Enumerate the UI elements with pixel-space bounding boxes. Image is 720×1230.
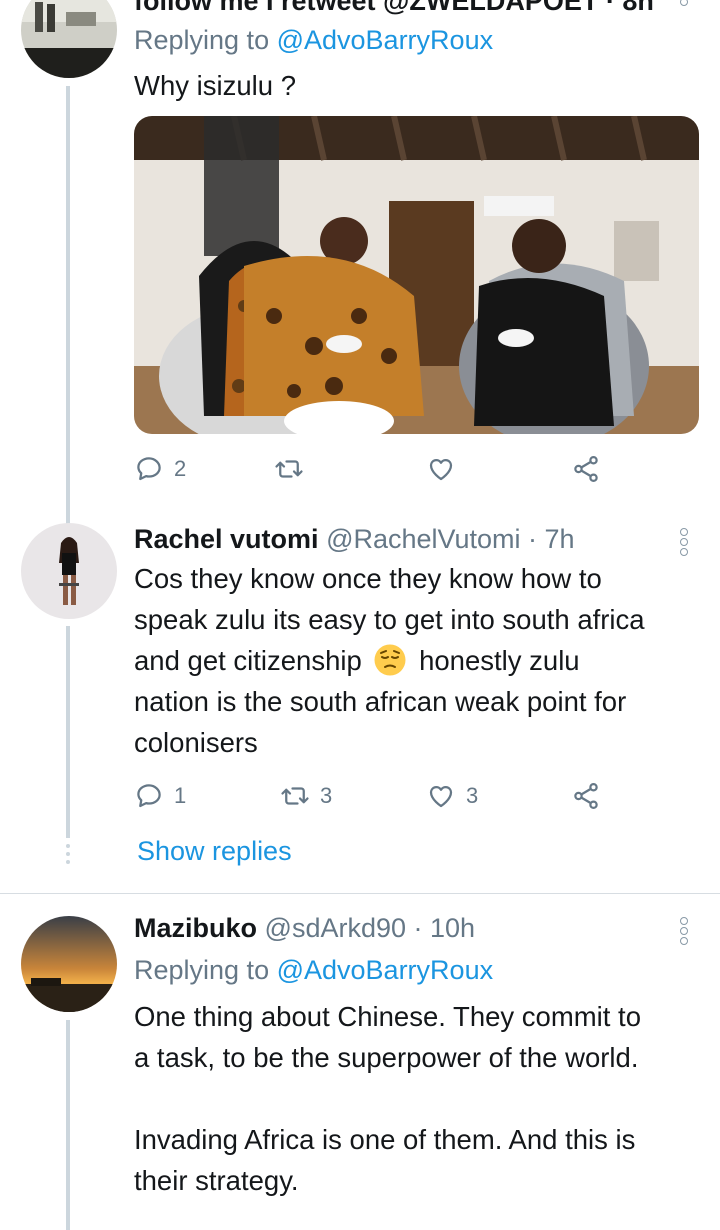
tweet-author-line: follow me I retweet @ZWELDAPOET · 8h xyxy=(134,0,654,16)
reply-icon xyxy=(137,457,161,481)
more-options-icon[interactable] xyxy=(678,528,692,558)
tweet-text: Why isizulu ? xyxy=(134,70,296,101)
retweet-count: 3 xyxy=(320,783,333,808)
retweet-icon xyxy=(281,787,309,805)
thread-line xyxy=(66,626,70,838)
handle-and-time: @sdArkd90 · 10h xyxy=(264,913,476,943)
share-button[interactable] xyxy=(571,776,601,816)
reply-button[interactable]: 1 xyxy=(134,776,186,816)
tweet-mazibuko[interactable]: Mazibuko @sdArkd90 · 10h Replying to @Ad… xyxy=(0,894,720,1230)
avatar-zweldapoet[interactable] xyxy=(21,0,117,78)
replying-to: Replying to @AdvoBarryRoux xyxy=(134,955,494,985)
tweet-actions: 2 xyxy=(134,449,614,489)
display-name[interactable]: Rachel vutomi xyxy=(134,524,319,554)
tweet-zweldapoet[interactable]: follow me I retweet @ZWELDAPOET · 8h Rep… xyxy=(0,0,720,524)
tweet-text: One thing about Chinese. They commit to … xyxy=(134,1001,641,1196)
avatar-mazibuko[interactable] xyxy=(21,916,117,1012)
reply-button[interactable]: 2 xyxy=(134,449,186,489)
tweet-header: Rachel vutomi @RachelVutomi · 7h xyxy=(134,522,692,556)
like-count: 3 xyxy=(466,783,479,808)
retweet-button[interactable]: 3 xyxy=(280,776,332,816)
reply-count: 2 xyxy=(174,456,187,481)
reply-icon xyxy=(137,784,161,808)
retweet-icon xyxy=(275,460,303,478)
display-name[interactable]: Mazibuko xyxy=(134,913,257,943)
tweet-header: follow me I retweet @ZWELDAPOET · 8h xyxy=(134,0,692,18)
thread-line xyxy=(66,1020,70,1230)
like-icon xyxy=(429,785,453,808)
avatar-rachelvutomi[interactable] xyxy=(21,523,117,619)
thread-dots xyxy=(64,844,72,864)
share-icon xyxy=(574,456,598,482)
mention-link[interactable]: @AdvoBarryRoux xyxy=(277,25,494,55)
retweet-button[interactable] xyxy=(274,449,314,489)
tweet-rachelvutomi[interactable]: Rachel vutomi @RachelVutomi · 7h Cos the… xyxy=(0,520,720,894)
like-button[interactable] xyxy=(426,449,466,489)
handle-and-time: @RachelVutomi · 7h xyxy=(326,524,575,554)
more-options-icon[interactable] xyxy=(678,0,692,8)
like-button[interactable]: 3 xyxy=(426,776,478,816)
thread-line xyxy=(66,86,70,524)
reply-count: 1 xyxy=(174,783,187,808)
share-icon xyxy=(574,783,598,809)
tweet-photo[interactable] xyxy=(134,116,699,434)
like-icon xyxy=(429,458,453,481)
share-button[interactable] xyxy=(571,449,601,489)
mention-link[interactable]: @AdvoBarryRoux xyxy=(277,955,494,985)
more-options-icon[interactable] xyxy=(678,917,692,947)
tweet-text: Cos they know once they know how to spea… xyxy=(134,563,645,758)
tweet-header: Mazibuko @sdArkd90 · 10h xyxy=(134,911,692,945)
replying-to: Replying to @AdvoBarryRoux xyxy=(134,25,494,55)
pensive-face-emoji-icon xyxy=(374,644,406,676)
tweet-actions: 1 3 3 xyxy=(134,776,614,816)
show-replies-link[interactable]: Show replies xyxy=(137,836,292,867)
